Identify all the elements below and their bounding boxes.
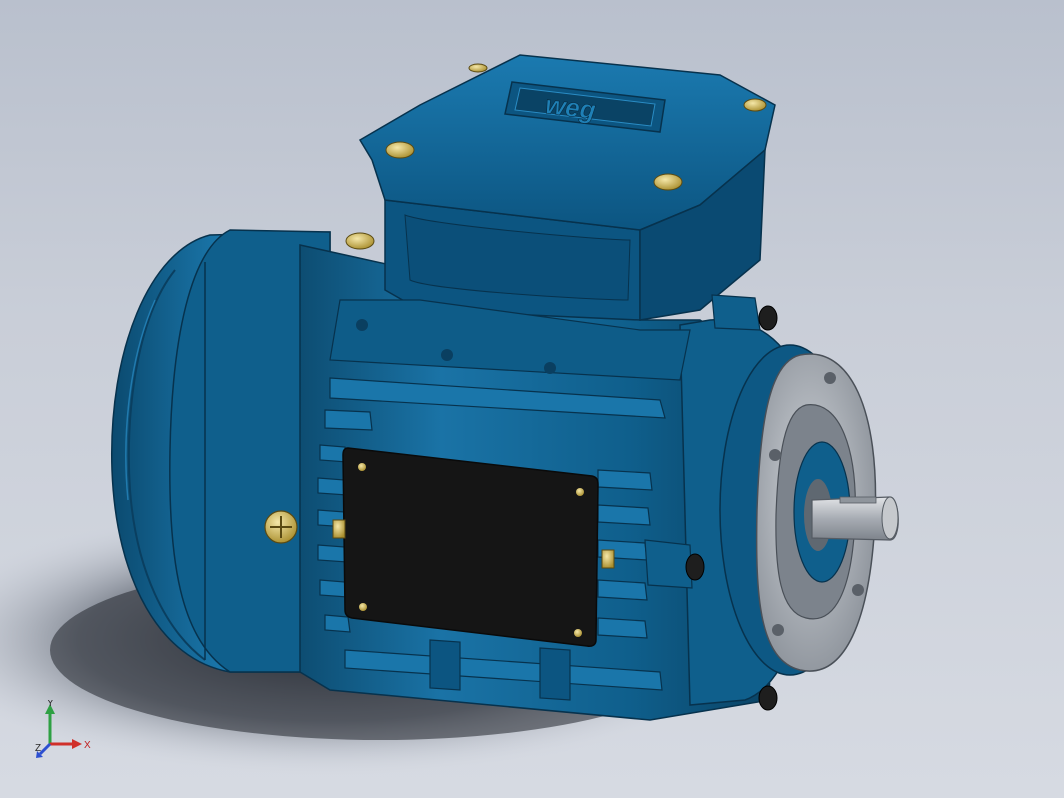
screw	[468, 63, 488, 73]
motor-3d-model[interactable]: weg	[0, 0, 1064, 798]
brand-logo-text: weg	[544, 89, 598, 125]
terminal-lug	[601, 549, 615, 569]
ground-screw	[264, 510, 298, 544]
nameplate-rivet	[358, 463, 366, 471]
screw	[345, 232, 375, 250]
axis-y-label: Y	[47, 700, 54, 709]
flange-bolt-hole	[824, 372, 836, 384]
bolt-head	[758, 305, 778, 331]
flange-bolt-hole	[772, 624, 784, 636]
axis-x-label: X	[84, 740, 91, 751]
output-shaft[interactable]	[811, 496, 899, 541]
axis-z-label: Z	[35, 743, 41, 754]
nameplate	[342, 447, 599, 647]
bolt-head	[685, 553, 705, 581]
nameplate-rivet	[359, 603, 367, 611]
axis-z-line	[38, 742, 52, 756]
flange-bolt-hole	[769, 449, 781, 461]
orientation-triad: X Y Z	[35, 700, 91, 758]
screw	[385, 141, 415, 159]
axis-x-arrow	[72, 739, 82, 749]
flange-bolt-hole	[852, 584, 864, 596]
terminal-lug	[332, 519, 346, 539]
screw	[743, 98, 767, 112]
screw	[653, 173, 683, 191]
nameplate-rivet	[576, 488, 584, 496]
bolt-head	[758, 685, 778, 711]
nameplate-rivet	[574, 629, 582, 637]
graphics-viewport[interactable]: weg X Y Z	[0, 0, 1064, 798]
